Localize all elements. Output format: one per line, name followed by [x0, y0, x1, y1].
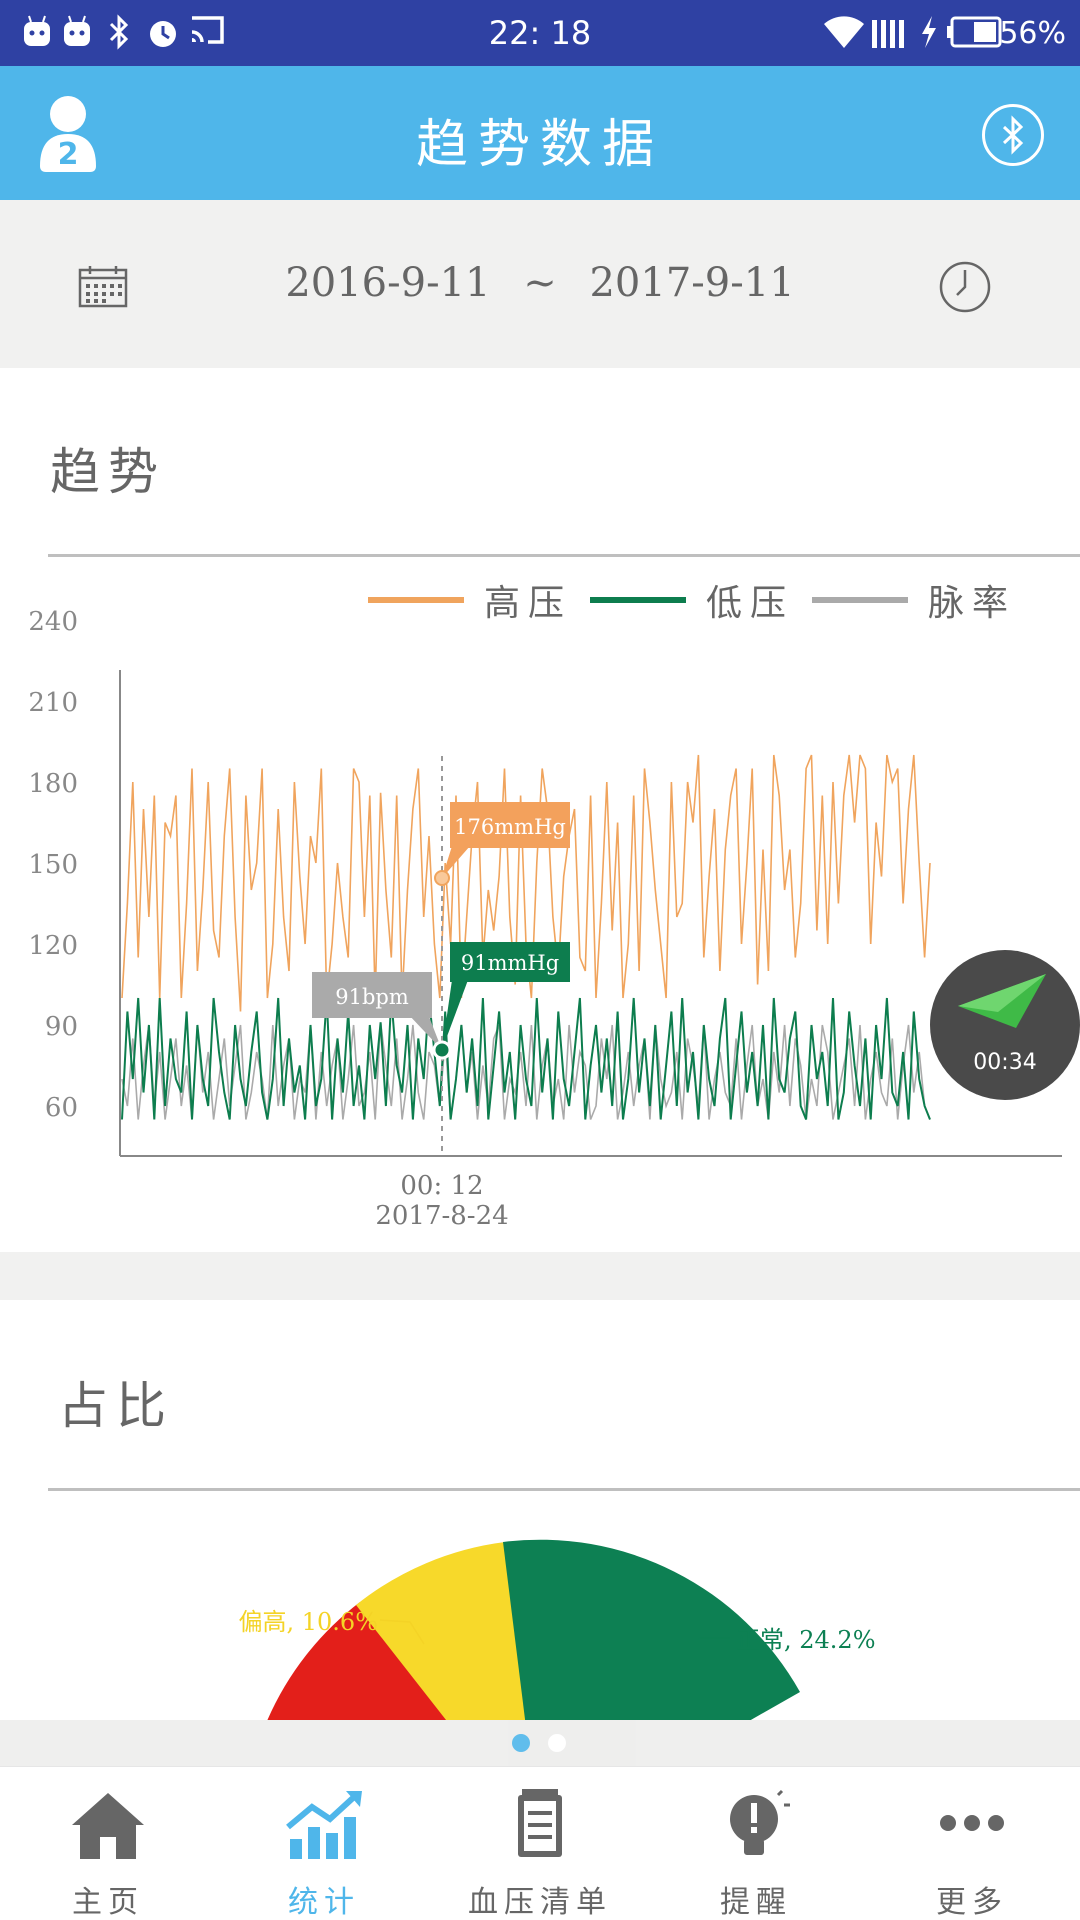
paper-plane-icon [958, 974, 1046, 1028]
trend-chart[interactable]: 240 210 180 150 120 90 60 00: 12 2017-8-24 176… [0, 368, 1080, 1252]
ratio-label-normal: 正常, 24.2% [736, 1626, 876, 1654]
wifi-icon [824, 16, 864, 48]
clock-icon[interactable] [938, 260, 992, 314]
y-tick-label: 210 [28, 688, 78, 718]
list-icon [518, 1789, 562, 1857]
nav-item-reminder[interactable]: 提醒 [648, 1767, 864, 1920]
y-tick-label: 240 [28, 607, 78, 637]
bluetooth-icon [1002, 115, 1024, 155]
systolic-tooltip-label: 176mmHg [454, 815, 566, 839]
end-date[interactable]: 2017-9-11 [589, 260, 794, 306]
battery-icon [947, 16, 1002, 48]
ratio-pie-chart[interactable]: 偏高, 10.6% 正常, 24.2% [0, 1300, 1080, 1720]
ratio-label-high: 偏高, 10.6% [239, 1608, 379, 1636]
floating-recorder-button[interactable]: 00:34 [930, 950, 1080, 1100]
nav-label: 主页 [72, 1885, 144, 1920]
charging-icon [922, 16, 936, 48]
systolic-point [434, 870, 450, 886]
nav-label: 血压清单 [468, 1885, 612, 1920]
trend-card: 趋势 高压 低压 脉率 240 210 180 150 120 90 60 00: 12 2… [0, 368, 1080, 1252]
y-tick-label: 150 [28, 850, 78, 880]
bulb-icon [730, 1789, 790, 1855]
date-range[interactable]: 2016-9-11 ~ 2017-9-11 [0, 260, 1080, 306]
floating-timer: 00:34 [973, 1050, 1037, 1075]
nav-label: 提醒 [720, 1885, 792, 1920]
diastolic-tooltip-label: 91mmHg [461, 951, 559, 975]
more-icon [940, 1815, 1004, 1831]
bottom-nav: 主页 统计 血压清单 提醒 更多 [0, 1766, 1080, 1920]
bluetooth-button[interactable] [982, 104, 1044, 166]
home-icon [72, 1793, 144, 1859]
chart-icon [286, 1791, 362, 1859]
nav-item-bp-list[interactable]: 血压清单 [432, 1767, 648, 1920]
date-separator: ~ [523, 260, 557, 306]
pulse-tooltip: 91bpm [312, 972, 452, 1060]
y-tick-label: 90 [45, 1012, 78, 1042]
pager-dot-active[interactable] [512, 1734, 530, 1752]
app-bar: 2 趋势数据 [0, 66, 1080, 200]
ratio-card: 占比 偏高, 10.6% 正常, 24.2% [0, 1300, 1080, 1720]
pager-dot[interactable] [548, 1734, 566, 1752]
nav-label: 更多 [936, 1885, 1008, 1920]
pager [0, 1720, 1080, 1766]
y-tick-label: 180 [28, 769, 78, 799]
status-bar: 22: 18 56% [0, 0, 1080, 66]
nav-item-home[interactable]: 主页 [0, 1767, 216, 1920]
section-gap [0, 1252, 1080, 1300]
diastolic-point [432, 1040, 452, 1060]
nav-label: 统计 [288, 1885, 360, 1920]
battery-percent: 56% [999, 16, 1066, 51]
nav-item-stats[interactable]: 统计 [216, 1767, 432, 1920]
date-range-bar: 2016-9-11 ~ 2017-9-11 [0, 200, 1080, 368]
pulse-tooltip-label: 91bpm [335, 985, 409, 1009]
y-tick-label: 120 [28, 931, 78, 961]
page-title: 趋势数据 [415, 115, 664, 175]
nav-item-more[interactable]: 更多 [864, 1767, 1080, 1920]
y-tick-label: 60 [45, 1093, 78, 1123]
cursor-time: 00: 12 [400, 1171, 483, 1201]
systolic-tooltip: 176mmHg [434, 802, 570, 886]
start-date[interactable]: 2016-9-11 [285, 260, 490, 306]
cursor-date: 2017-8-24 [375, 1201, 508, 1231]
signal-icon [872, 20, 904, 48]
